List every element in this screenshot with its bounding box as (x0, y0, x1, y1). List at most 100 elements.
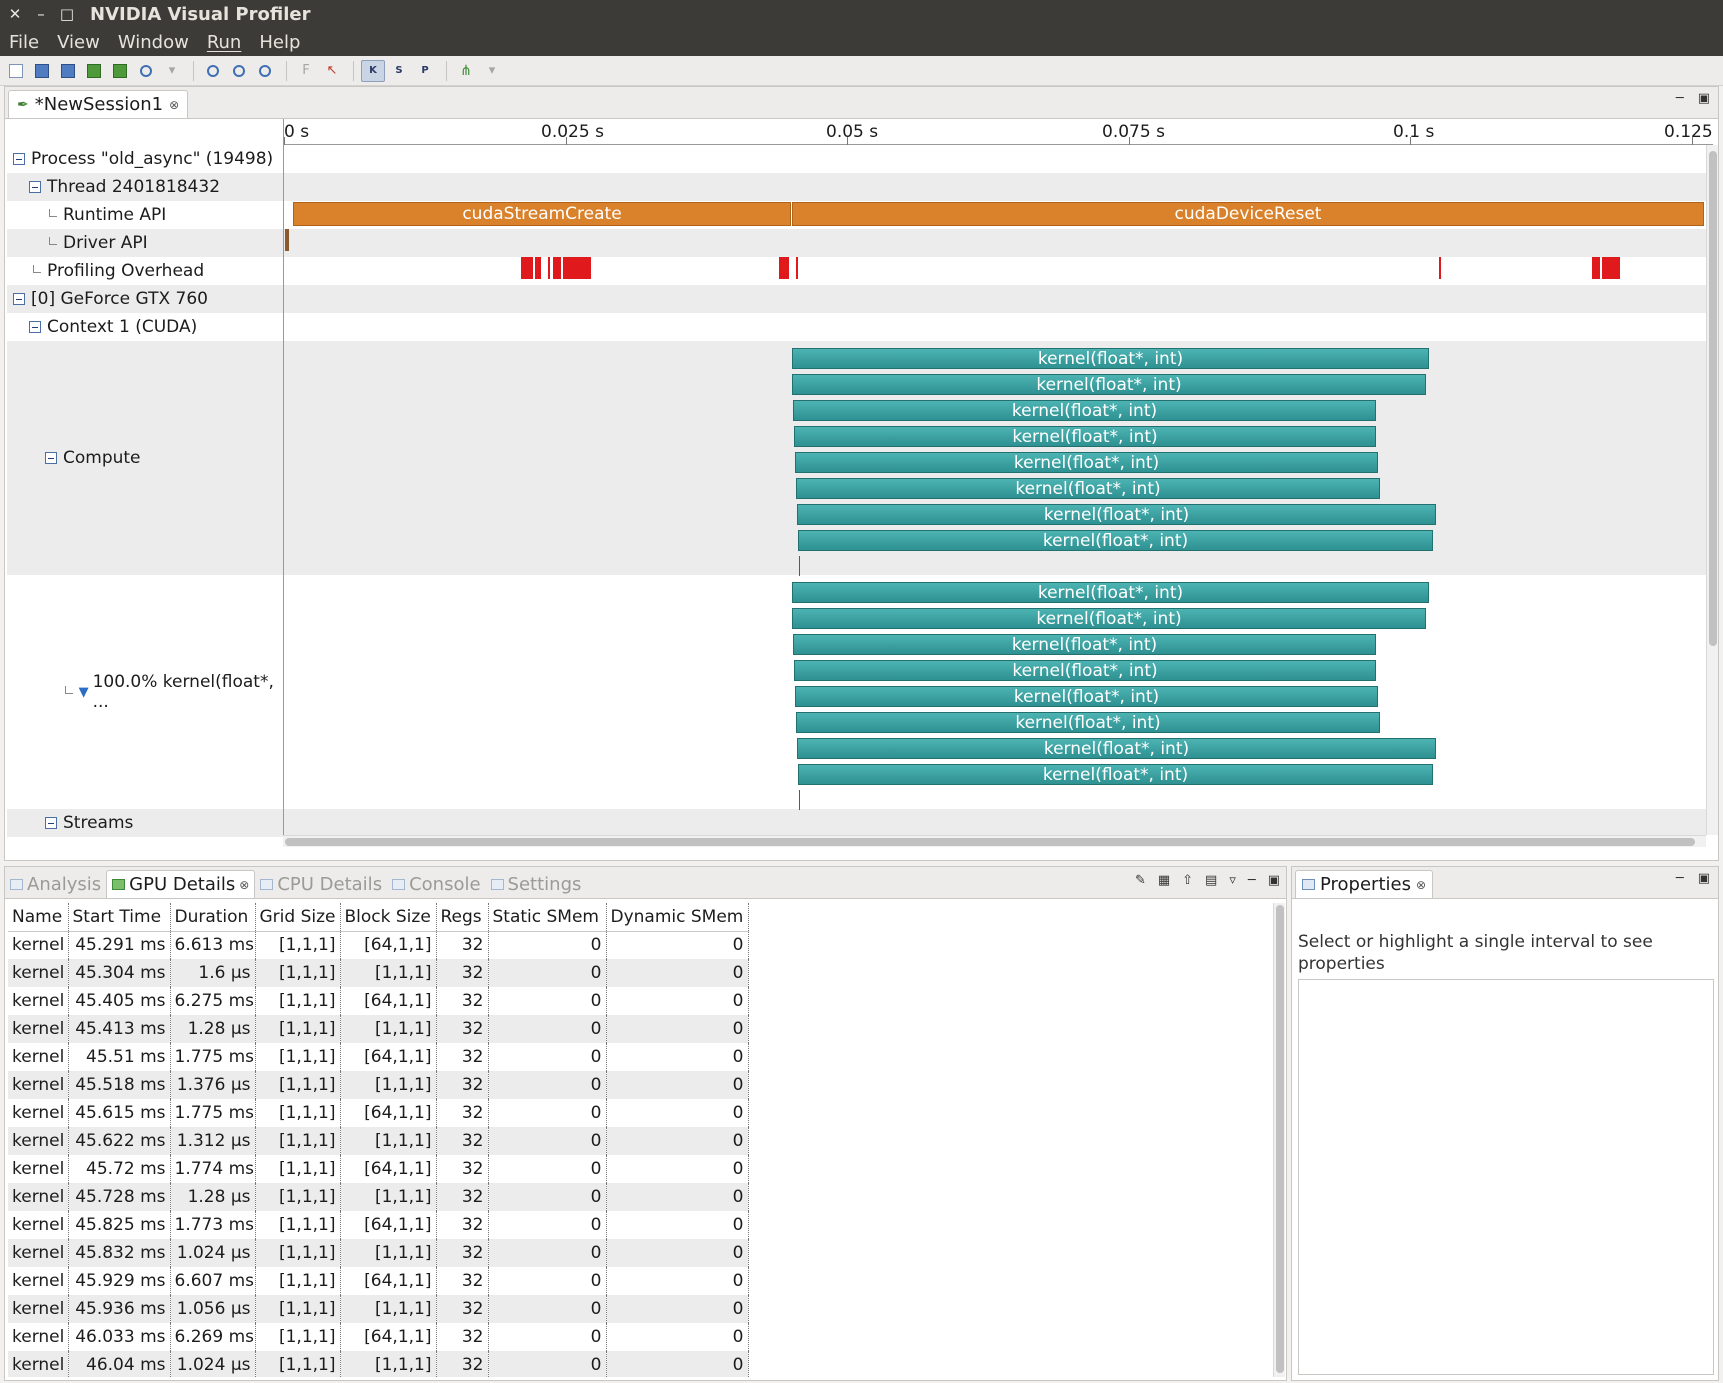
scrollbar-thumb[interactable] (1709, 151, 1717, 646)
table-row[interactable]: kernel 45.518 ms 1.376 μs [1,1,1] [1,1,1] 32 0… (8, 1071, 749, 1099)
table-row[interactable]: kernel 45.832 ms 1.024 μs [1,1,1] [1,1,1] 32 0… (8, 1239, 749, 1267)
table-row[interactable]: kernel 45.413 ms 1.28 μs [1,1,1] [1,1,1] 32 0 0 (8, 1015, 749, 1043)
search-button[interactable] (134, 60, 158, 82)
timeline-vertical-scrollbar[interactable] (1706, 145, 1718, 835)
export-button[interactable] (108, 60, 132, 82)
table-row[interactable]: kernel 45.929 ms 6.607 ms [1,1,1] [64,1,1] 32… (8, 1267, 749, 1295)
search-dropdown-button[interactable]: ▾ (160, 60, 184, 82)
tab-cpu-details[interactable]: CPU Details (255, 870, 387, 898)
timeline-horizontal-scrollbar[interactable] (283, 835, 1706, 847)
column-header-block-size[interactable]: Block Size (340, 903, 437, 932)
compute-kernel-bar[interactable]: kernel(float*, int) (797, 504, 1436, 525)
maximize-icon[interactable]: ▣ (1268, 873, 1280, 888)
column-header-regs[interactable]: Regs (436, 903, 489, 932)
overhead-mark[interactable] (563, 257, 591, 279)
close-icon[interactable]: ⊗ (1416, 878, 1426, 892)
columns-icon[interactable]: ▦ (1158, 873, 1170, 888)
close-icon[interactable]: ⊗ (239, 878, 249, 892)
collapse-icon[interactable] (29, 321, 41, 333)
table-row[interactable]: kernel 45.405 ms 6.275 ms [1,1,1] [64,1,1] 32… (8, 987, 749, 1015)
overhead-mark[interactable] (1592, 257, 1600, 279)
chart-icon[interactable]: ▤ (1205, 873, 1217, 888)
compute-kernel-bar[interactable]: kernel(float*, int) (794, 426, 1376, 447)
maximize-icon[interactable]: ▣ (1698, 91, 1710, 106)
table-row[interactable]: kernel 45.825 ms 1.773 ms [1,1,1] [64,1,1] 32… (8, 1211, 749, 1239)
zoom-out-button[interactable] (227, 60, 251, 82)
compute-kernel-bar[interactable]: kernel(float*, int) (796, 478, 1380, 499)
close-icon[interactable]: ⊗ (169, 98, 179, 112)
tab-newsession1[interactable]: ✒ *NewSession1 ⊗ (8, 90, 189, 118)
zoom-fit-button[interactable] (253, 60, 277, 82)
table-row[interactable]: kernel 45.936 ms 1.056 μs [1,1,1] [1,1,1] 32 0… (8, 1295, 749, 1323)
row-process[interactable]: Process "old_async" (19498) (7, 145, 283, 173)
row-context[interactable]: Context 1 (CUDA) (7, 313, 283, 341)
menu-run[interactable]: Run (198, 32, 251, 53)
close-window-button[interactable]: ✕ (4, 5, 26, 23)
stream-view-button[interactable]: S (387, 60, 411, 82)
column-header-name[interactable]: Name (8, 903, 69, 932)
process-view-button[interactable]: P (413, 60, 437, 82)
dependency-button[interactable]: ⋔ (454, 60, 478, 82)
runtime-bar-cudastreamcreate[interactable]: cudaStreamCreate (293, 202, 791, 226)
group-kernel-bar[interactable]: kernel(float*, int) (792, 608, 1426, 629)
row-driver-api[interactable]: Driver API (7, 229, 283, 257)
overhead-mark[interactable] (779, 257, 789, 279)
table-row[interactable]: kernel 45.304 ms 1.6 μs [1,1,1] [1,1,1] 32 0 0 (8, 959, 749, 987)
row-streams[interactable]: Streams (7, 809, 283, 837)
menu-window[interactable]: Window (109, 32, 198, 53)
compute-kernel-bar[interactable]: kernel(float*, int) (798, 530, 1433, 551)
driver-api-mark[interactable] (285, 229, 289, 251)
column-header-duration[interactable]: Duration (170, 903, 256, 932)
maximize-icon[interactable]: ▣ (1698, 871, 1710, 886)
compute-kernel-bar[interactable]: kernel(float*, int) (793, 400, 1376, 421)
view-menu-icon[interactable]: ▿ (1229, 873, 1236, 888)
group-kernel-bar[interactable]: kernel(float*, int) (795, 686, 1378, 707)
compute-kernel-bar[interactable]: kernel(float*, int) (795, 452, 1378, 473)
maximize-window-button[interactable]: □ (56, 5, 78, 23)
group-kernel-bar[interactable]: kernel(float*, int) (794, 660, 1376, 681)
import-button[interactable] (82, 60, 106, 82)
compute-kernel-tick[interactable] (799, 556, 800, 576)
collapse-icon[interactable] (13, 293, 25, 305)
table-row[interactable]: kernel 46.04 ms 1.024 μs [1,1,1] [1,1,1] 32 0 0 (8, 1351, 749, 1377)
overhead-mark[interactable] (548, 257, 550, 279)
overhead-mark[interactable] (553, 257, 561, 279)
export-csv-icon[interactable]: ⇧ (1182, 873, 1193, 888)
collapse-icon[interactable] (29, 181, 41, 193)
collapse-icon[interactable] (13, 153, 25, 165)
zoom-in-button[interactable] (201, 60, 225, 82)
overhead-mark[interactable] (1602, 257, 1620, 279)
table-row[interactable]: kernel 45.728 ms 1.28 μs [1,1,1] [1,1,1] 32 0 0 (8, 1183, 749, 1211)
save-button[interactable] (30, 60, 54, 82)
row-device[interactable]: [0] GeForce GTX 760 (7, 285, 283, 313)
table-row[interactable]: kernel 45.51 ms 1.775 ms [1,1,1] [64,1,1] 32 0… (8, 1043, 749, 1071)
row-kernel-group[interactable]: ▼ 100.0% kernel(float*, ... (7, 575, 283, 809)
row-profiling-overhead[interactable]: Profiling Overhead (7, 257, 283, 285)
tab-gpu-details[interactable]: GPU Details ⊗ (106, 870, 256, 898)
table-row[interactable]: kernel 45.291 ms 6.613 ms [1,1,1] [64,1,1] 32… (8, 931, 749, 959)
tab-analysis[interactable]: Analysis (5, 870, 106, 898)
minimize-icon[interactable]: ─ (1248, 873, 1256, 888)
collapse-icon[interactable] (45, 817, 57, 829)
filter-button[interactable]: F (294, 60, 318, 82)
clear-filter-button[interactable]: ↖ (320, 60, 344, 82)
column-header-static-smem[interactable]: Static SMem (488, 903, 607, 932)
overhead-mark[interactable] (1439, 257, 1441, 279)
group-kernel-bar[interactable]: kernel(float*, int) (797, 738, 1436, 759)
group-kernel-tick[interactable] (799, 790, 800, 810)
collapse-icon[interactable] (45, 452, 57, 464)
tab-properties[interactable]: Properties ⊗ (1295, 870, 1434, 898)
dependency-dropdown-button[interactable]: ▾ (480, 60, 504, 82)
column-header-start-time[interactable]: Start Time (68, 903, 171, 932)
table-row[interactable]: kernel 45.72 ms 1.774 ms [1,1,1] [64,1,1] 32 0… (8, 1155, 749, 1183)
row-compute[interactable]: Compute (7, 341, 283, 575)
menu-file[interactable]: File (0, 32, 48, 53)
menu-view[interactable]: View (48, 32, 109, 53)
minimize-window-button[interactable]: – (30, 5, 52, 23)
column-header-dynamic-smem[interactable]: Dynamic SMem (606, 903, 749, 932)
group-kernel-bar[interactable]: kernel(float*, int) (796, 712, 1380, 733)
scrollbar-thumb[interactable] (1276, 905, 1284, 1373)
group-kernel-bar[interactable]: kernel(float*, int) (798, 764, 1433, 785)
compute-kernel-bar[interactable]: kernel(float*, int) (792, 348, 1429, 369)
minimize-icon[interactable]: ─ (1676, 91, 1684, 106)
